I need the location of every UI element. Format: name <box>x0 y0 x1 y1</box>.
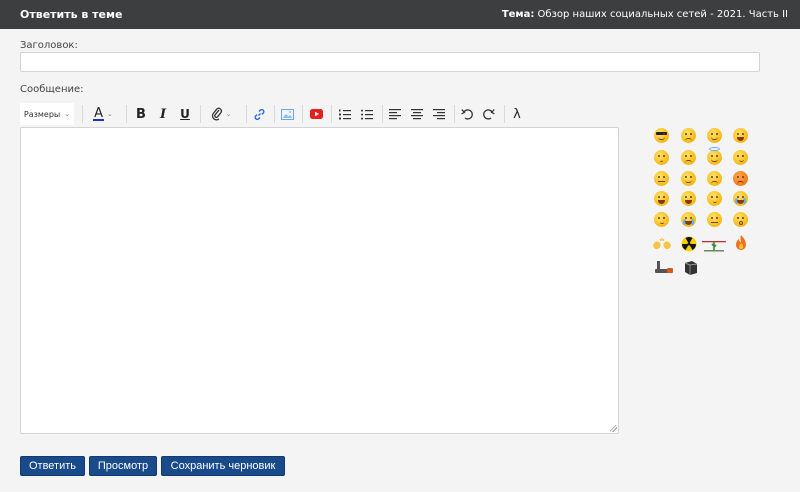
italic-icon: I <box>159 106 167 122</box>
sweat-laugh-smiley-icon[interactable] <box>652 189 671 208</box>
laugh-smiley-icon[interactable] <box>679 189 698 208</box>
font-color-icon: A <box>93 105 105 121</box>
cactus-scene-icon[interactable] <box>702 234 726 253</box>
save-draft-button[interactable]: Сохранить черновик <box>161 456 285 476</box>
underline-icon: U <box>180 107 190 121</box>
header-bar: Ответить в теме Тема: Обзор наших социал… <box>0 0 800 29</box>
subject-label: Заголовок: <box>20 40 78 51</box>
editor-toolbar: Размеры ⌄ A ⌄ B I U ⌄ λ <box>20 103 620 125</box>
topic-info: Тема: Обзор наших социальных сетей - 202… <box>502 9 788 20</box>
attachment-button[interactable]: ⌄ <box>206 103 236 125</box>
sleepy-smiley-icon[interactable] <box>652 210 671 229</box>
font-size-label: Размеры <box>23 109 61 119</box>
align-right-button[interactable] <box>430 103 448 125</box>
attachment-icon <box>211 107 222 121</box>
frown-smiley-icon[interactable] <box>705 169 724 188</box>
preview-button[interactable]: Просмотр <box>89 456 157 476</box>
redo-button[interactable] <box>480 103 498 125</box>
crying-smiley-icon[interactable] <box>731 189 750 208</box>
bold-icon: B <box>136 106 146 122</box>
unordered-list-icon <box>361 109 373 120</box>
align-center-icon <box>411 108 423 119</box>
youtube-icon <box>309 109 323 119</box>
neutral-smiley-icon[interactable] <box>705 210 724 229</box>
relieved-smiley-icon[interactable] <box>679 169 698 188</box>
astonished-smiley-icon[interactable] <box>731 210 750 229</box>
toolbar-divider <box>382 105 383 123</box>
toolbar-divider <box>82 105 83 123</box>
youtube-button[interactable] <box>307 103 325 125</box>
tears-of-joy-smiley-icon[interactable] <box>679 210 698 229</box>
chevron-down-icon: ⌄ <box>107 111 113 118</box>
message-label: Сообщение: <box>20 84 84 95</box>
clapping-hands-icon[interactable] <box>652 234 672 253</box>
toolbar-divider <box>454 105 455 123</box>
align-left-icon <box>389 108 401 119</box>
smirk-smiley-icon[interactable] <box>731 148 750 167</box>
subject-input[interactable] <box>20 52 760 72</box>
toolbar-divider <box>504 105 505 123</box>
sad-sweat-smiley-icon[interactable] <box>679 126 698 145</box>
smiley-panel <box>652 126 756 276</box>
link-button[interactable] <box>250 103 268 125</box>
toolbar-divider <box>200 105 201 123</box>
angel-smiley-icon[interactable] <box>705 147 724 167</box>
toolbar-divider <box>126 105 127 123</box>
angry-smiley-icon[interactable] <box>731 169 750 188</box>
smile-smiley-icon[interactable] <box>705 126 724 145</box>
topic-label: Тема: <box>501 9 535 20</box>
grin-smiley-icon[interactable] <box>731 126 750 145</box>
resize-handle[interactable] <box>610 425 617 432</box>
undo-icon <box>461 109 473 120</box>
redo-icon <box>483 109 495 120</box>
reply-button[interactable]: Ответить <box>20 456 85 476</box>
align-center-button[interactable] <box>408 103 426 125</box>
unamused-smiley-icon[interactable] <box>652 169 671 188</box>
chevron-down-icon: ⌄ <box>64 110 71 118</box>
pensive-smiley-icon[interactable] <box>705 189 724 208</box>
image-icon <box>280 108 294 120</box>
blush-smiley-icon[interactable] <box>652 148 671 167</box>
image-button[interactable] <box>278 103 296 125</box>
italic-button[interactable]: I <box>154 103 172 125</box>
lambda-icon: λ <box>513 106 521 122</box>
page-title: Ответить в теме <box>20 8 123 21</box>
gun-icon[interactable] <box>654 258 674 277</box>
font-size-dropdown[interactable]: Размеры ⌄ <box>20 103 74 125</box>
toolbar-divider <box>274 105 275 123</box>
topic-name: Обзор наших социальных сетей - 2021. Час… <box>537 9 788 20</box>
fire-icon[interactable] <box>731 234 750 253</box>
toolbar-divider <box>302 105 303 123</box>
font-color-button[interactable]: A ⌄ <box>88 103 118 125</box>
message-textarea[interactable] <box>20 127 619 434</box>
chevron-down-icon: ⌄ <box>225 111 232 118</box>
unordered-list-button[interactable] <box>358 103 376 125</box>
ordered-list-button[interactable] <box>336 103 354 125</box>
toolbar-divider <box>246 105 247 123</box>
undo-button[interactable] <box>458 103 476 125</box>
underline-button[interactable]: U <box>176 103 194 125</box>
link-icon <box>254 108 264 120</box>
align-right-icon <box>433 108 445 119</box>
toolbar-divider <box>331 105 332 123</box>
sunglasses-smiley-icon[interactable] <box>652 126 671 145</box>
ordered-list-icon <box>339 109 351 119</box>
formula-button[interactable]: λ <box>508 103 526 125</box>
book-icon[interactable] <box>681 258 700 277</box>
align-left-button[interactable] <box>386 103 404 125</box>
radioactive-icon[interactable] <box>679 234 698 253</box>
worried-smiley-icon[interactable] <box>679 148 698 167</box>
bold-button[interactable]: B <box>132 103 150 125</box>
